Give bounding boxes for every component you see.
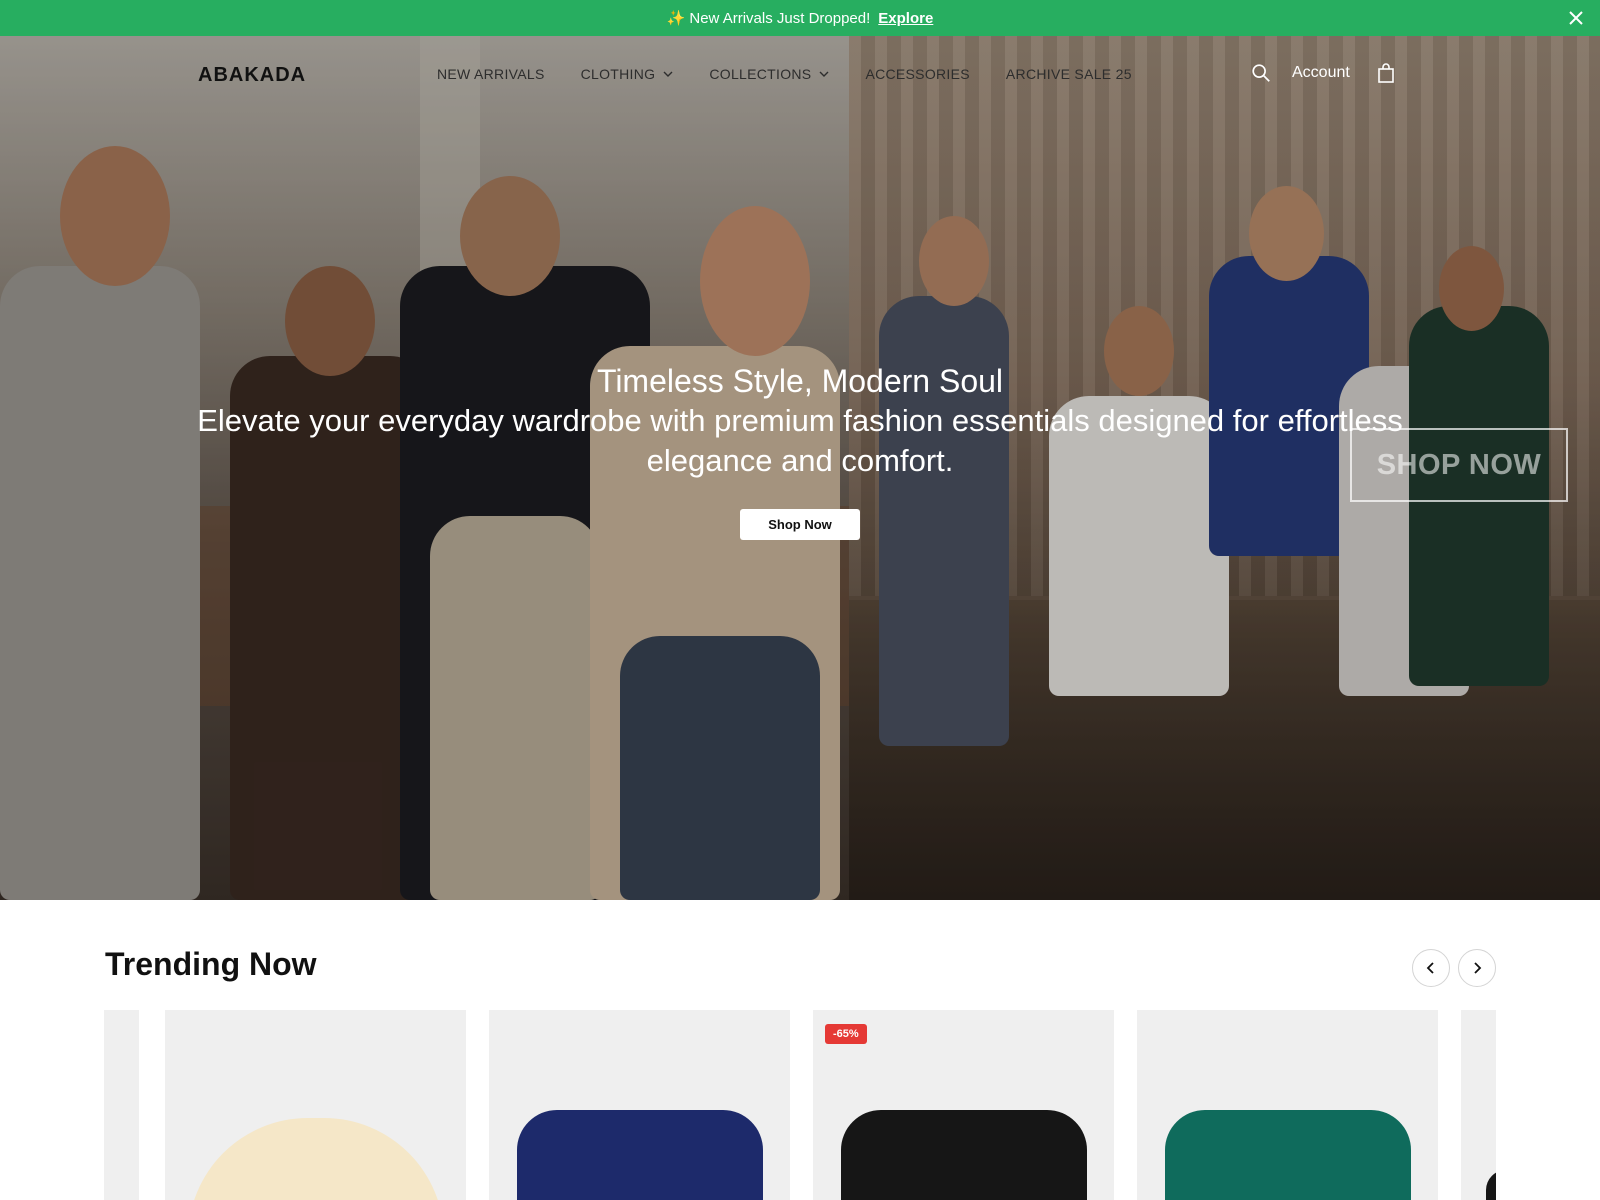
chevron-right-icon	[1474, 962, 1482, 974]
carousel-next-button[interactable]	[1458, 949, 1496, 987]
nav-new-arrivals[interactable]: NEW ARRIVALS	[437, 66, 545, 82]
sparkle-icon: ✨	[666, 10, 686, 27]
brand-logo[interactable]: ABAKADA	[198, 64, 306, 87]
hero-title: Timeless Style, Modern Soul	[596, 363, 1004, 399]
product-card[interactable]	[489, 1010, 790, 1200]
discount-badge: -65%	[825, 1024, 867, 1044]
nav-collections[interactable]: COLLECTIONS	[709, 66, 829, 82]
carousel-prev-button[interactable]	[1412, 949, 1450, 987]
shop-now-outline-button[interactable]: SHOP NOW	[1350, 428, 1568, 502]
announcement-text: New Arrivals Just Dropped!	[689, 9, 871, 27]
announcement-bar: ✨ New Arrivals Just Dropped! Explore	[0, 0, 1600, 36]
shop-now-button[interactable]: Shop Now	[740, 509, 860, 540]
nav-archive-sale[interactable]: ARCHIVE SALE 25	[1006, 66, 1132, 82]
chevron-down-icon	[663, 71, 673, 77]
nav-accessories[interactable]: ACCESSORIES	[865, 66, 969, 82]
shopping-bag-icon[interactable]	[1376, 62, 1396, 84]
product-card-partial[interactable]	[104, 1010, 139, 1200]
product-image	[516, 1110, 763, 1200]
section-title: Trending Now	[105, 946, 317, 982]
header-actions: Account	[1250, 62, 1396, 84]
explore-link[interactable]: Explore	[878, 10, 933, 27]
chevron-down-icon	[819, 71, 829, 77]
product-image	[187, 1118, 444, 1200]
close-icon[interactable]	[1564, 6, 1588, 30]
product-carousel: -65%	[104, 1010, 1496, 1200]
site-header: ABAKADA NEW ARRIVALS CLOTHING COLLECTION…	[0, 36, 1600, 116]
product-image	[1164, 1110, 1411, 1200]
product-card[interactable]	[1137, 1010, 1438, 1200]
main-nav: NEW ARRIVALS CLOTHING COLLECTIONS ACCESS…	[437, 66, 1168, 82]
account-link[interactable]: Account	[1292, 64, 1350, 82]
nav-clothing[interactable]: CLOTHING	[581, 66, 674, 82]
product-image	[840, 1110, 1087, 1200]
chevron-left-icon	[1426, 962, 1434, 974]
search-icon[interactable]	[1250, 62, 1272, 84]
product-card[interactable]: -65%	[813, 1010, 1114, 1200]
product-card[interactable]	[165, 1010, 466, 1200]
product-card-partial[interactable]	[1461, 1010, 1496, 1200]
hero-subtitle: Elevate your everyday wardrobe with prem…	[197, 403, 1403, 478]
